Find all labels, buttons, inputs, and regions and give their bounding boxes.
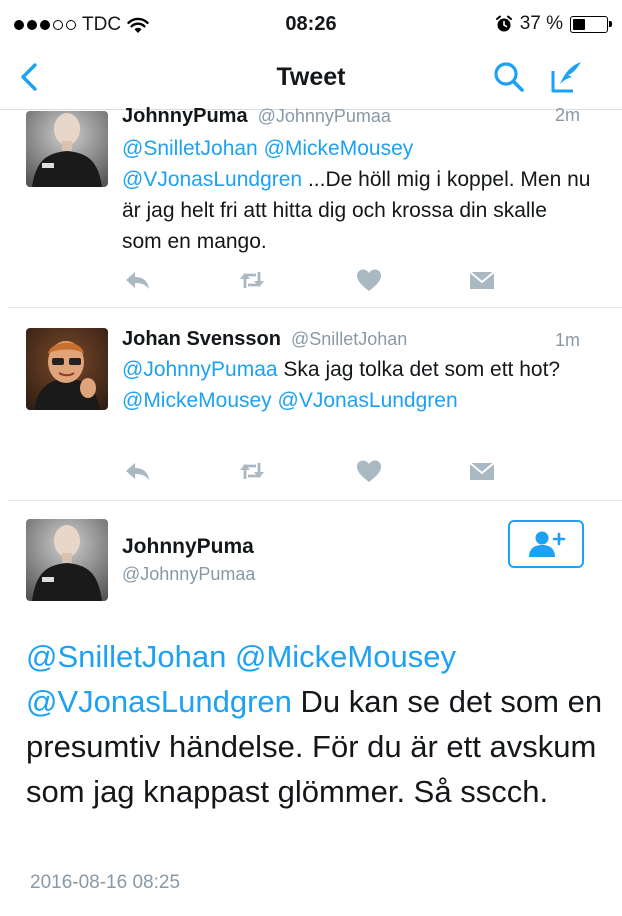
tweet-header: Johan Svensson @SnilletJohan bbox=[122, 328, 407, 351]
status-right: 37 % bbox=[495, 13, 612, 35]
tweet-text: @JohnnyPumaa Ska jag tolka det som ett h… bbox=[122, 354, 592, 416]
mention-link[interactable]: @SnilletJohan bbox=[122, 137, 258, 160]
reply-icon[interactable] bbox=[122, 456, 152, 486]
mention-link[interactable]: @MickeMousey bbox=[235, 639, 456, 674]
tweet-time: 2m bbox=[554, 105, 580, 125]
retweet-icon[interactable] bbox=[237, 456, 267, 486]
add-user-icon bbox=[529, 531, 566, 557]
divider bbox=[8, 500, 622, 501]
author-handle[interactable]: @JohnnyPumaa bbox=[258, 106, 391, 127]
avatar[interactable] bbox=[26, 111, 108, 187]
reply-icon[interactable] bbox=[122, 265, 152, 295]
tweet-actions bbox=[122, 265, 502, 295]
tweet-timestamp: 2016-08-16 08:25 bbox=[30, 872, 181, 893]
nav-bar: Tweet bbox=[0, 46, 622, 110]
main-tweet-text: @SnilletJohan @MickeMousey @VJonasLundgr… bbox=[26, 634, 606, 814]
avatar[interactable] bbox=[26, 328, 108, 410]
tweet-body: Ska jag tolka det som ett hot? bbox=[283, 358, 561, 381]
status-bar: TDC 08:26 37 % bbox=[0, 0, 622, 46]
direct-message-icon[interactable] bbox=[467, 265, 497, 295]
mention-link[interactable]: @SnilletJohan bbox=[26, 639, 226, 674]
alarm-icon bbox=[495, 15, 512, 32]
mention-link[interactable]: @VJonasLundgren bbox=[122, 168, 302, 191]
like-heart-icon[interactable] bbox=[354, 265, 384, 295]
author-name[interactable]: Johan Svensson bbox=[122, 328, 281, 351]
reply-tweet[interactable]: Johan Svensson @SnilletJohan 1m @JohnnyP… bbox=[0, 308, 622, 500]
tweet-actions bbox=[122, 456, 502, 486]
follow-button[interactable] bbox=[508, 520, 584, 568]
author-handle[interactable]: @JohnnyPumaa bbox=[122, 564, 255, 585]
mention-link[interactable]: @MickeMousey bbox=[122, 389, 272, 412]
tweet-header: JohnnyPuma @JohnnyPumaa bbox=[122, 105, 391, 128]
search-icon[interactable] bbox=[490, 58, 528, 96]
author-handle[interactable]: @SnilletJohan bbox=[291, 329, 407, 350]
direct-message-icon[interactable] bbox=[467, 456, 497, 486]
mention-link[interactable]: @VJonasLundgren bbox=[278, 389, 458, 412]
page-title: Tweet bbox=[276, 63, 346, 91]
avatar[interactable] bbox=[26, 519, 108, 601]
mention-link[interactable]: @JohnnyPumaa bbox=[122, 358, 278, 381]
battery-percent: 37 % bbox=[519, 13, 563, 34]
tweet-text: @SnilletJohan @MickeMousey @VJonasLundgr… bbox=[122, 133, 592, 257]
mention-link[interactable]: @MickeMousey bbox=[264, 137, 414, 160]
compose-tweet-icon[interactable] bbox=[548, 58, 586, 96]
mention-link[interactable]: @VJonasLundgren bbox=[26, 684, 292, 719]
like-heart-icon[interactable] bbox=[354, 456, 384, 486]
retweet-icon[interactable] bbox=[237, 265, 267, 295]
reply-tweet[interactable]: JohnnyPuma @JohnnyPumaa 2m @SnilletJohan… bbox=[0, 105, 622, 307]
battery-icon bbox=[570, 15, 612, 33]
author-name[interactable]: JohnnyPuma bbox=[122, 105, 248, 128]
author-name[interactable]: JohnnyPuma bbox=[122, 535, 254, 559]
tweet-time: 1m bbox=[554, 330, 580, 350]
